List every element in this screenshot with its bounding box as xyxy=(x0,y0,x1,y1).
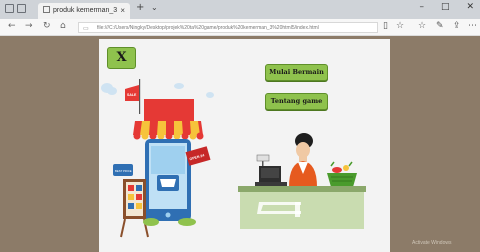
file-icon: ▭ xyxy=(83,26,89,32)
shop-illustration: SALE OPEN 24 BEST PRICE xyxy=(101,79,366,238)
best-price-text: BEST PRICE xyxy=(115,169,132,173)
maximize-icon[interactable]: □ xyxy=(441,2,450,12)
clouds xyxy=(101,83,214,98)
browser-tab[interactable]: produk kemerman_3 × xyxy=(38,3,130,19)
tab-close-icon[interactable]: × xyxy=(120,3,125,19)
close-game-button[interactable]: X xyxy=(107,47,136,69)
page-icon xyxy=(43,6,50,13)
shop-roof xyxy=(144,99,194,121)
about-game-button[interactable]: Tentang game xyxy=(265,93,328,110)
tab-title: produk kemerman_3 xyxy=(53,7,118,14)
back-icon[interactable]: ← xyxy=(8,21,16,31)
window-icons xyxy=(5,4,26,13)
refresh-icon[interactable]: ↻ xyxy=(43,21,51,31)
basket xyxy=(327,161,357,187)
tab-list-chevron-icon[interactable]: ⌄ xyxy=(151,3,158,12)
game-stage: SALE OPEN 24 BEST PRICE X Mulai Bermain … xyxy=(99,39,390,252)
favorite-star-icon[interactable]: ☆ xyxy=(396,21,404,31)
sale-flag-text: SALE xyxy=(127,93,137,97)
pen-icon[interactable]: ✎ xyxy=(436,21,444,31)
home-icon[interactable]: ⌂ xyxy=(60,21,66,31)
new-tab-button[interactable]: + xyxy=(136,2,144,13)
address-bar: ← → ↻ ⌂ ▭ file:///C:/Users/Ningky/Deskto… xyxy=(0,19,480,36)
close-window-icon[interactable]: ✕ xyxy=(466,2,474,12)
cashier xyxy=(289,133,317,187)
share-icon[interactable]: ⇪ xyxy=(453,21,461,31)
tab-actions-icon[interactable] xyxy=(5,4,14,13)
url-field[interactable]: ▭ file:///C:/Users/Ningky/Desktop/projek… xyxy=(78,22,378,33)
minimize-icon[interactable]: – xyxy=(419,2,424,12)
reading-view-icon[interactable]: ▯ xyxy=(383,21,388,31)
checkout-counter xyxy=(238,186,366,229)
cash-register xyxy=(255,154,287,188)
shop-awning xyxy=(133,121,204,140)
window-controls: – □ ✕ xyxy=(419,2,474,12)
more-icon[interactable]: ⋯ xyxy=(468,21,477,31)
favorites-icon[interactable]: ☆ xyxy=(418,21,426,31)
best-price-tag: BEST PRICE xyxy=(113,164,133,176)
url-text: file:///C:/Users/Ningky/Desktop/projek%2… xyxy=(97,25,319,31)
tabs-aside-icon[interactable] xyxy=(17,4,26,13)
activate-windows-watermark: Activate Windows xyxy=(412,240,452,246)
browser-tab-bar: produk kemerman_3 × + ⌄ – □ ✕ xyxy=(0,0,480,19)
forward-icon[interactable]: → xyxy=(25,21,33,31)
sale-flag: SALE xyxy=(125,79,141,114)
phone-storefront xyxy=(145,139,191,221)
start-game-button[interactable]: Mulai Bermain xyxy=(265,64,328,81)
menu-board xyxy=(120,179,149,238)
